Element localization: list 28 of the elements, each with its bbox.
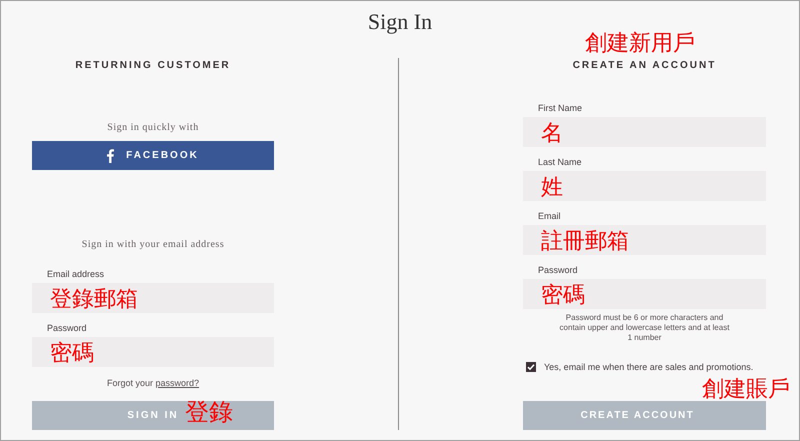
input-field[interactable]: 註冊郵箱	[523, 225, 766, 255]
facebook-icon	[107, 148, 114, 162]
field-label: Password	[47, 322, 88, 334]
input-field[interactable]: 名	[523, 117, 766, 147]
section-heading: CREATE AN ACCOUNT	[572, 60, 718, 72]
annotation-text: 創建新用戶	[585, 30, 695, 56]
checkbox[interactable]	[526, 362, 536, 372]
checkbox-label: Yes, email me when there are sales and promotions.	[544, 361, 754, 373]
subheading-text: Sign in with your email address	[80, 239, 226, 251]
field-label: Email address	[47, 268, 106, 280]
annotation-text: 創建賬戶	[702, 377, 790, 401]
create-account-button[interactable]: CREATE ACCOUNT	[523, 401, 766, 430]
password-link[interactable]: password?	[156, 378, 200, 388]
field-label: Email	[538, 210, 562, 222]
facebook-button[interactable]: FACEBOOK	[32, 141, 274, 170]
input-field[interactable]: 密碼	[523, 279, 766, 309]
field-label: Password	[538, 264, 579, 276]
forgot-password-text: Forgot your password?	[106, 377, 200, 389]
subheading-text: Sign in quickly with	[106, 122, 200, 134]
section-heading: RETURNING CUSTOMER	[74, 60, 232, 72]
input-field[interactable]: 登錄郵箱	[32, 283, 274, 313]
field-label: First Name	[538, 102, 584, 114]
input-field[interactable]: 姓	[523, 171, 766, 201]
page-title: Sign In	[368, 8, 432, 34]
input-field[interactable]: 密碼	[32, 337, 274, 367]
field-label: Last Name	[538, 156, 583, 168]
password-hint-text: Password must be 6 or more characters and contain upper and lowercase letters and at least 1 number	[558, 313, 730, 343]
annotation-text: 登錄	[185, 399, 233, 427]
